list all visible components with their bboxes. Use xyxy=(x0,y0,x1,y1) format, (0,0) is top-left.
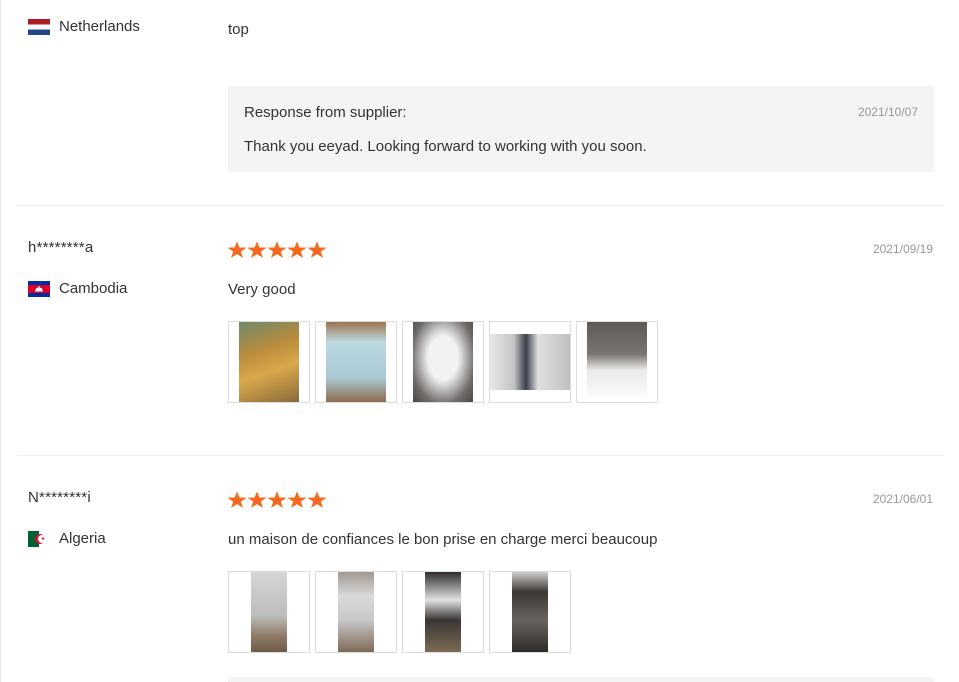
review-photo-thumbnail[interactable] xyxy=(228,571,310,653)
review-photo-thumbnail[interactable] xyxy=(489,571,571,653)
reviewer-name: N********i xyxy=(28,489,91,506)
review-text: un maison de confiances le bon prise en … xyxy=(228,531,658,548)
star-icon xyxy=(267,241,287,258)
country-name: Cambodia xyxy=(59,280,128,297)
netherlands-flag-icon xyxy=(28,18,50,35)
review-date: 2021/06/01 xyxy=(872,492,933,506)
response-label: Response from supplier: xyxy=(244,104,407,121)
star-icon xyxy=(307,241,327,258)
review-text: Very good xyxy=(228,281,296,298)
star-icon xyxy=(227,491,247,508)
star-icon xyxy=(227,241,247,258)
review-photo-thumbnail[interactable] xyxy=(576,321,658,403)
review-photo-thumbnail[interactable] xyxy=(402,571,484,653)
star-rating xyxy=(227,491,327,509)
star-icon xyxy=(287,241,307,258)
review-photo-thumbnail[interactable] xyxy=(402,321,484,403)
supplier-response: Response from supplier: 2021/10/07 Thank… xyxy=(228,86,934,172)
reviewer-country: Netherlands xyxy=(28,18,140,35)
star-icon xyxy=(307,491,327,508)
review-date: 2021/09/19 xyxy=(872,242,933,256)
star-icon xyxy=(267,491,287,508)
reviews-panel: Netherlands top Response from supplier: … xyxy=(0,0,959,682)
reviewer-name: h********a xyxy=(28,239,94,256)
star-rating xyxy=(227,241,327,259)
star-icon xyxy=(287,491,307,508)
review-photos xyxy=(228,321,663,403)
review-photos xyxy=(228,571,576,653)
review-photo-thumbnail[interactable] xyxy=(315,571,397,653)
algeria-flag-icon xyxy=(28,530,50,547)
review-divider xyxy=(17,455,944,456)
country-name: Algeria xyxy=(59,530,106,547)
review-text: top xyxy=(228,21,249,38)
reviewer-country: Cambodia xyxy=(28,280,127,297)
cambodia-flag-icon xyxy=(28,280,50,297)
supplier-response xyxy=(228,677,934,682)
review-divider xyxy=(17,205,944,206)
country-name: Netherlands xyxy=(59,18,140,35)
reviewer-country: Algeria xyxy=(28,530,106,547)
review-photo-thumbnail[interactable] xyxy=(315,321,397,403)
review-photo-thumbnail[interactable] xyxy=(228,321,310,403)
review-photo-thumbnail[interactable] xyxy=(489,321,571,403)
response-date: 2021/10/07 xyxy=(857,105,918,119)
star-icon xyxy=(247,241,267,258)
response-text: Thank you eeyad. Looking forward to work… xyxy=(244,138,647,155)
star-icon xyxy=(247,491,267,508)
